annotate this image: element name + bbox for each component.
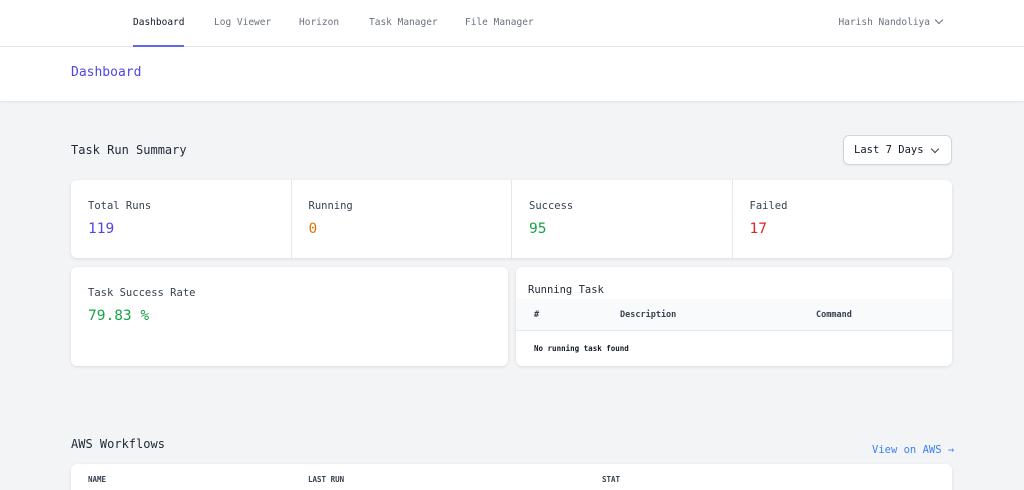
success-rate-label: Task Success Rate: [88, 287, 196, 299]
column-header: STAT: [602, 475, 621, 484]
aws-workflows-title: AWS Workflows: [71, 437, 165, 451]
nav-log-viewer[interactable]: Log Viewer: [214, 0, 271, 47]
view-on-aws-link[interactable]: View on AWS →: [872, 444, 954, 456]
stat-success: Success 95: [511, 180, 732, 258]
stat-total-runs: Total Runs 119: [71, 180, 291, 258]
column-header: Command: [816, 310, 852, 320]
stat-value: 95: [529, 221, 547, 237]
column-header: Description: [620, 310, 677, 320]
nav-file-manager[interactable]: File Manager: [465, 0, 534, 47]
column-header: #: [534, 310, 540, 320]
date-range-value: Last 7 Days: [854, 144, 924, 156]
chevron-down-icon: [934, 15, 944, 25]
running-task-table-header: # Description Command: [516, 299, 952, 331]
stat-value: 119: [88, 221, 115, 237]
empty-state-message: No running task found: [534, 344, 629, 353]
stat-label: Total Runs: [88, 200, 152, 212]
stat-value: 17: [749, 221, 767, 237]
user-menu[interactable]: Harish Nandoliya: [838, 0, 944, 47]
top-nav: Dashboard Log Viewer Horizon Task Manage…: [0, 0, 1024, 47]
stat-running: Running 0: [290, 180, 512, 258]
summary-title: Task Run Summary: [71, 143, 187, 157]
page-title: Dashboard: [71, 65, 142, 80]
running-task-title: Running Task: [528, 284, 604, 296]
success-rate-value: 79.83 %: [88, 308, 150, 324]
column-header: NAME: [88, 475, 107, 484]
nav-dashboard[interactable]: Dashboard: [133, 0, 185, 47]
page-header: Dashboard: [0, 47, 1024, 101]
running-task-card: Running Task # Description Command No ru…: [516, 267, 952, 366]
user-name: Harish Nandoliya: [838, 17, 930, 28]
nav-horizon[interactable]: Horizon: [299, 0, 339, 47]
stat-label: Success: [529, 200, 574, 212]
nav-task-manager[interactable]: Task Manager: [369, 0, 438, 47]
aws-workflows-table: NAME LAST RUN STAT: [71, 464, 952, 490]
stat-failed: Failed 17: [731, 180, 953, 258]
chevron-down-icon: [930, 144, 940, 154]
stat-label: Failed: [749, 200, 788, 212]
stat-label: Running: [308, 200, 353, 212]
stats-panel: Total Runs 119 Running 0 Success 95 Fail…: [71, 180, 952, 258]
success-rate-card: Task Success Rate 79.83 %: [71, 267, 508, 366]
column-header: LAST RUN: [308, 475, 345, 484]
date-range-select[interactable]: Last 7 Days: [843, 135, 952, 165]
stat-value: 0: [308, 221, 318, 237]
